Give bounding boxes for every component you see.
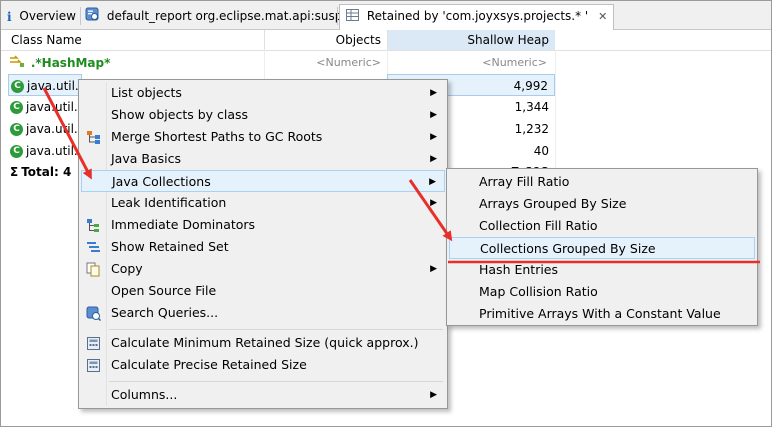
menu-item-label: Arrays Grouped By Size: [479, 196, 627, 211]
class-name: java.util.L: [26, 122, 82, 136]
class-name: java.util.H: [27, 79, 82, 93]
menu-item-label: Array Fill Ratio: [479, 174, 570, 189]
column-header-objects[interactable]: Objects: [265, 30, 385, 50]
menu-item-label: Show objects by class: [111, 107, 249, 122]
submenu-arrow-icon: ▶: [430, 132, 437, 142]
submenu-item-hash-entries[interactable]: Hash Entries: [449, 259, 755, 281]
class-icon: C: [11, 80, 24, 93]
regex-filter-icon: [9, 53, 25, 75]
menu-item-label: List objects: [111, 85, 182, 100]
menu-item-merge-shortest-paths[interactable]: Merge Shortest Paths to GC Roots ▶: [81, 126, 445, 148]
calculator-icon: [86, 336, 101, 351]
submenu-arrow-icon: ▶: [430, 198, 437, 208]
name-filter-cell[interactable]: .*HashMap*: [9, 52, 259, 74]
class-icon: C: [10, 145, 23, 158]
menu-item-java-collections[interactable]: Java Collections ▶: [81, 170, 445, 192]
submenu-item-map-collision-ratio[interactable]: Map Collision Ratio: [449, 281, 755, 303]
class-name-cell[interactable]: Cjava.util.c: [10, 96, 82, 118]
tab-divider: [337, 7, 338, 25]
menu-item-show-objects-by-class[interactable]: Show objects by class ▶: [81, 104, 445, 126]
menu-item-label: Map Collision Ratio: [479, 284, 598, 299]
class-name: java.util.c: [26, 100, 82, 114]
menu-item-label: Collection Fill Ratio: [479, 218, 598, 233]
sum-icon: Σ: [10, 165, 19, 179]
gc-roots-paths-icon: [86, 130, 101, 145]
shallow-heap-filter-input[interactable]: <Numeric>: [389, 52, 547, 74]
menu-item-label: Collections Grouped By Size: [480, 241, 656, 256]
total-label: Total: 4: [21, 165, 72, 179]
menu-item-list-objects[interactable]: List objects ▶: [81, 82, 445, 104]
tab-retained-by-label: Retained by 'com.joyxsys.projects.* ': [366, 9, 589, 23]
menu-item-immediate-dominators[interactable]: Immediate Dominators: [81, 214, 445, 236]
submenu-arrow-icon: ▶: [430, 88, 437, 98]
class-name-cell[interactable]: Cjava.util.c: [10, 140, 82, 162]
column-header-class-name[interactable]: Class Name: [11, 30, 82, 50]
info-icon: i: [7, 9, 12, 24]
menu-item-label: Open Source File: [111, 283, 217, 298]
submenu-arrow-icon: ▶: [430, 264, 437, 274]
objects-filter-input[interactable]: <Numeric>: [265, 52, 381, 74]
menu-item-label: Search Queries...: [111, 305, 219, 320]
class-name-filter-value: .*HashMap*: [30, 56, 111, 70]
menu-item-label: Copy: [111, 261, 143, 276]
menu-item-label: Merge Shortest Paths to GC Roots: [111, 129, 323, 144]
java-collections-submenu: Array Fill Ratio Arrays Grouped By Size …: [446, 168, 758, 326]
menu-item-label: Primitive Arrays With a Constant Value: [479, 306, 721, 321]
menu-item-open-source-file[interactable]: Open Source File: [81, 280, 445, 302]
column-header-shallow-heap[interactable]: Shallow Heap: [388, 30, 555, 50]
menu-item-copy[interactable]: Copy ▶: [81, 258, 445, 280]
copy-icon: [86, 262, 101, 277]
total-label-cell: Σ Total: 4: [10, 161, 82, 183]
table-icon: [346, 6, 359, 28]
menu-item-label: Show Retained Set: [111, 239, 229, 254]
menu-item-label: Java Collections: [112, 174, 211, 189]
menu-item-search-queries[interactable]: Search Queries...: [81, 302, 445, 324]
retained-set-icon: [86, 240, 101, 255]
tab-retained-by[interactable]: Retained by 'com.joyxsys.projects.* ' ✕: [339, 4, 615, 30]
editor-tab-bar: i Overview default_report org.eclipse.ma…: [1, 1, 771, 30]
class-icon: C: [10, 101, 23, 114]
submenu-item-array-fill-ratio[interactable]: Array Fill Ratio: [449, 171, 755, 193]
submenu-item-collection-fill-ratio[interactable]: Collection Fill Ratio: [449, 215, 755, 237]
submenu-item-collections-grouped-by-size[interactable]: Collections Grouped By Size: [449, 237, 755, 259]
menu-item-calculate-minimum-retained-size[interactable]: Calculate Minimum Retained Size (quick a…: [81, 332, 445, 354]
menu-item-show-retained-set[interactable]: Show Retained Set: [81, 236, 445, 258]
tab-overview-label: Overview: [19, 9, 76, 23]
submenu-arrow-icon: ▶: [430, 154, 437, 164]
menu-item-calculate-precise-retained-size[interactable]: Calculate Precise Retained Size: [81, 354, 445, 376]
class-icon: C: [10, 123, 23, 136]
menu-item-label: Java Basics: [111, 151, 181, 166]
submenu-arrow-icon: ▶: [430, 110, 437, 120]
table-header: Class Name Objects Shallow Heap: [1, 30, 771, 51]
menu-separator: [109, 381, 443, 382]
menu-separator: [109, 329, 443, 330]
menu-item-label: Hash Entries: [479, 262, 559, 277]
tab-default-report-label: default_report org.eclipse.mat.api:suspe…: [106, 9, 368, 23]
dominator-tree-icon: [86, 218, 101, 233]
submenu-item-arrays-grouped-by-size[interactable]: Arrays Grouped By Size: [449, 193, 755, 215]
submenu-arrow-icon: ▶: [430, 390, 437, 400]
menu-item-leak-identification[interactable]: Leak Identification ▶: [81, 192, 445, 214]
menu-item-label: Calculate Precise Retained Size: [111, 357, 307, 372]
class-name: java.util.c: [26, 144, 82, 158]
class-name-cell[interactable]: Cjava.util.H: [8, 74, 82, 96]
menu-item-java-basics[interactable]: Java Basics ▶: [81, 148, 445, 170]
submenu-item-primitive-arrays-constant-value[interactable]: Primitive Arrays With a Constant Value: [449, 303, 755, 325]
context-menu: List objects ▶ Show objects by class ▶ M…: [78, 79, 448, 409]
report-icon: [85, 6, 99, 28]
search-queries-icon: [86, 306, 102, 322]
tab-divider: [80, 7, 81, 25]
close-icon[interactable]: ✕: [598, 6, 607, 28]
filter-row: .*HashMap* <Numeric> <Numeric>: [1, 52, 557, 74]
menu-item-columns[interactable]: Columns... ▶: [81, 384, 445, 406]
tab-default-report[interactable]: default_report org.eclipse.mat.api:suspe…: [85, 5, 367, 27]
menu-item-label: Calculate Minimum Retained Size (quick a…: [111, 335, 419, 350]
calculator-icon: [86, 358, 101, 373]
tab-overview[interactable]: i Overview: [7, 5, 76, 27]
menu-item-label: Columns...: [111, 387, 178, 402]
menu-item-label: Leak Identification: [111, 195, 227, 210]
menu-item-label: Immediate Dominators: [111, 217, 256, 232]
submenu-arrow-icon: ▶: [429, 177, 436, 187]
class-name-cell[interactable]: Cjava.util.L: [10, 118, 82, 140]
